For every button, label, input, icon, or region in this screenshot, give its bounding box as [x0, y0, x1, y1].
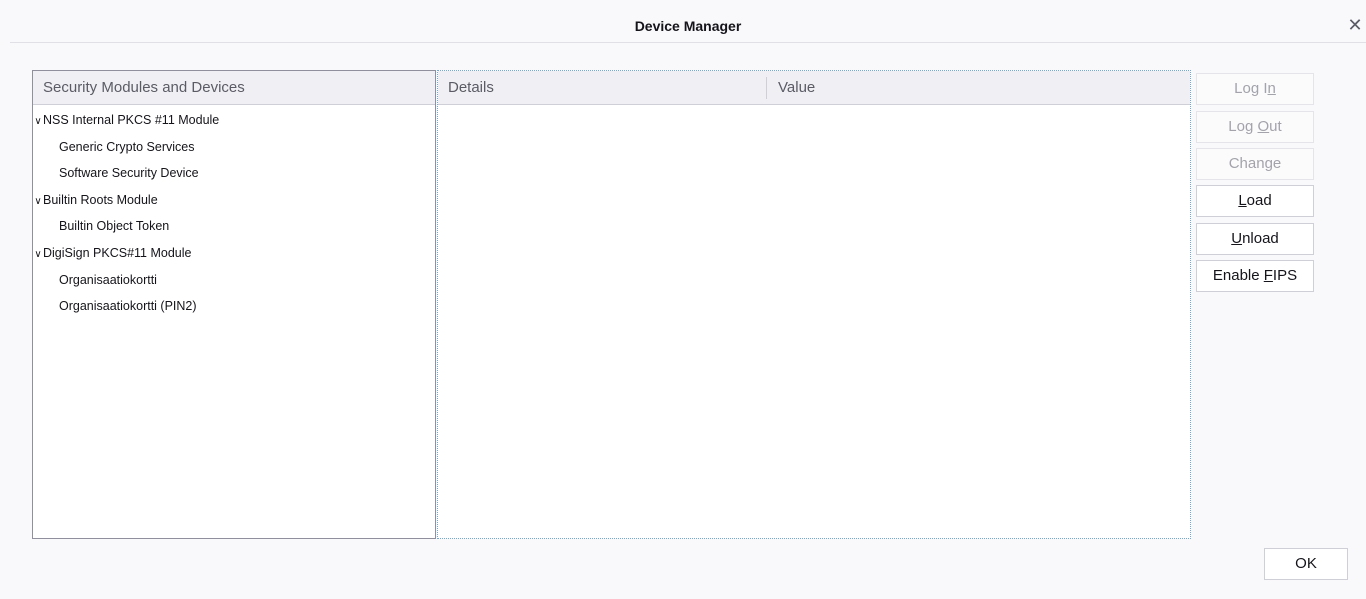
tree-item-generic-crypto-services[interactable]: Generic Crypto Services: [33, 134, 435, 161]
tree-item-label: Software Security Device: [59, 166, 199, 181]
column-divider[interactable]: [766, 77, 767, 99]
tree-item-label: NSS Internal PKCS #11 Module: [43, 113, 220, 127]
tree-body: ∨NSS Internal PKCS #11 Module Generic Cr…: [33, 105, 435, 320]
details-table-header: Details Value: [438, 71, 1190, 105]
tree-item-builtin-object-token[interactable]: Builtin Object Token: [33, 213, 435, 240]
button-accesskey: O: [1257, 118, 1270, 135]
title-bar: Device Manager ✕: [10, 10, 1366, 43]
button-label: oad: [1246, 192, 1272, 209]
security-modules-tree[interactable]: Security Modules and Devices ∨NSS Intern…: [32, 70, 436, 539]
tree-item-organisaatiokortti[interactable]: Organisaatiokortti: [33, 267, 435, 294]
tree-item-label: Builtin Roots Module: [43, 192, 158, 207]
button-label: Log: [1228, 118, 1258, 135]
log-in-button[interactable]: Log In: [1196, 73, 1314, 105]
tree-item-label: DigiSign PKCS#11 Module: [43, 245, 192, 260]
chevron-down-icon[interactable]: ∨: [33, 109, 43, 136]
button-accesskey: n: [1267, 80, 1276, 97]
button-accesskey: U: [1231, 230, 1243, 247]
tree-item-nss-internal-module[interactable]: ∨NSS Internal PKCS #11 Module: [33, 107, 435, 134]
tree-item-software-security-device[interactable]: Software Security Device: [33, 160, 435, 187]
log-out-button[interactable]: Log Out: [1196, 111, 1314, 143]
button-label: nload: [1242, 230, 1279, 247]
tree-item-label: Builtin Object Token: [59, 219, 170, 234]
tree-item-label: Generic Crypto Services: [59, 139, 195, 154]
chevron-down-icon[interactable]: ∨: [33, 189, 43, 216]
change-password-button[interactable]: Change Password: [1196, 148, 1314, 202]
tree-item-label: Organisaatiokortti: [59, 272, 157, 287]
column-header-value[interactable]: Value: [778, 71, 815, 105]
column-header-details[interactable]: Details: [448, 71, 494, 105]
load-button[interactable]: Load: [1196, 185, 1314, 217]
dialog-title: Device Manager: [634, 18, 742, 34]
tree-item-organisaatiokortti-pin2[interactable]: Organisaatiokortti (PIN2): [33, 293, 435, 320]
chevron-down-icon[interactable]: ∨: [33, 242, 43, 269]
tree-column-header-label: Security Modules and Devices: [43, 79, 245, 96]
tree-item-label: Organisaatiokortti (PIN2): [59, 299, 197, 314]
unload-button[interactable]: Unload: [1196, 223, 1314, 255]
ok-button[interactable]: OK: [1264, 548, 1348, 580]
button-label: Log I: [1234, 80, 1268, 97]
button-label: Change: [1228, 155, 1282, 172]
button-accesskey: F: [1263, 267, 1273, 284]
button-label: IPS: [1272, 267, 1298, 284]
device-manager-dialog: Device Manager ✕ Security Modules and De…: [0, 0, 1366, 599]
button-label: Enable: [1212, 267, 1264, 284]
details-table[interactable]: Details Value: [437, 70, 1191, 539]
enable-fips-button[interactable]: Enable FIPS: [1196, 260, 1314, 292]
tree-item-digisign-module[interactable]: ∨DigiSign PKCS#11 Module: [33, 240, 435, 267]
button-accesskey: L: [1238, 192, 1247, 209]
button-label: ut: [1269, 118, 1282, 135]
tree-item-builtin-roots-module[interactable]: ∨Builtin Roots Module: [33, 187, 435, 214]
tree-column-header[interactable]: Security Modules and Devices: [33, 71, 435, 105]
close-icon[interactable]: ✕: [1344, 13, 1366, 37]
